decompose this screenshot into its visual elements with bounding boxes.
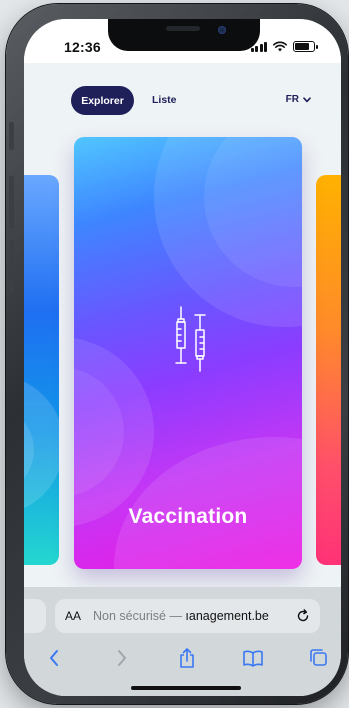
wifi-icon bbox=[273, 41, 287, 52]
front-camera bbox=[218, 26, 226, 34]
device-mockup: 12:36 Explorer Liste FR Vaccination AA N… bbox=[0, 0, 349, 708]
notch bbox=[108, 19, 260, 51]
home-indicator bbox=[131, 686, 241, 690]
phone-screen: 12:36 Explorer Liste FR Vaccination AA N… bbox=[24, 19, 341, 696]
web-content: Explorer Liste FR Vaccination bbox=[24, 63, 341, 603]
category-card-left[interactable] bbox=[24, 175, 59, 565]
tab-explorer-label: Explorer bbox=[81, 94, 124, 107]
earpiece-speaker bbox=[166, 26, 200, 31]
syringes-icon bbox=[175, 306, 206, 372]
security-status-text: Non sécurisé — bbox=[93, 609, 186, 623]
bookmarks-icon[interactable] bbox=[242, 647, 264, 669]
status-time: 12:36 bbox=[64, 39, 101, 55]
volume-down-button bbox=[9, 240, 14, 292]
top-navigation: Explorer Liste FR bbox=[24, 63, 341, 135]
tabs-icon[interactable] bbox=[308, 647, 330, 669]
category-card-vaccination[interactable]: Vaccination bbox=[74, 137, 302, 569]
language-label: FR bbox=[285, 94, 299, 105]
reader-options-button[interactable]: AA bbox=[65, 609, 81, 623]
language-selector[interactable]: FR bbox=[286, 94, 311, 105]
reload-icon[interactable] bbox=[296, 609, 310, 623]
browser-bottom-bar: AA Non sécurisé — ıanagement.be bbox=[24, 587, 341, 696]
phone-frame: 12:36 Explorer Liste FR Vaccination AA N… bbox=[6, 4, 348, 704]
category-card-right[interactable] bbox=[316, 175, 341, 565]
tab-liste-label: Liste bbox=[152, 94, 177, 106]
previous-tab-address-bar[interactable] bbox=[24, 599, 46, 633]
tab-liste[interactable]: Liste bbox=[152, 94, 177, 106]
chevron-down-icon bbox=[303, 96, 311, 102]
status-icons bbox=[250, 41, 318, 52]
browser-toolbar bbox=[24, 645, 341, 675]
tab-explorer[interactable]: Explorer bbox=[71, 86, 134, 115]
back-icon[interactable] bbox=[44, 647, 66, 669]
battery-icon bbox=[293, 41, 318, 52]
mute-switch bbox=[9, 122, 14, 150]
forward-icon[interactable] bbox=[110, 647, 132, 669]
url-domain: ıanagement.be bbox=[185, 609, 269, 623]
share-icon[interactable] bbox=[176, 647, 198, 669]
card-title: Vaccination bbox=[128, 505, 248, 528]
volume-up-button bbox=[9, 176, 14, 228]
address-bar[interactable]: AA Non sécurisé — ıanagement.be bbox=[55, 599, 320, 633]
